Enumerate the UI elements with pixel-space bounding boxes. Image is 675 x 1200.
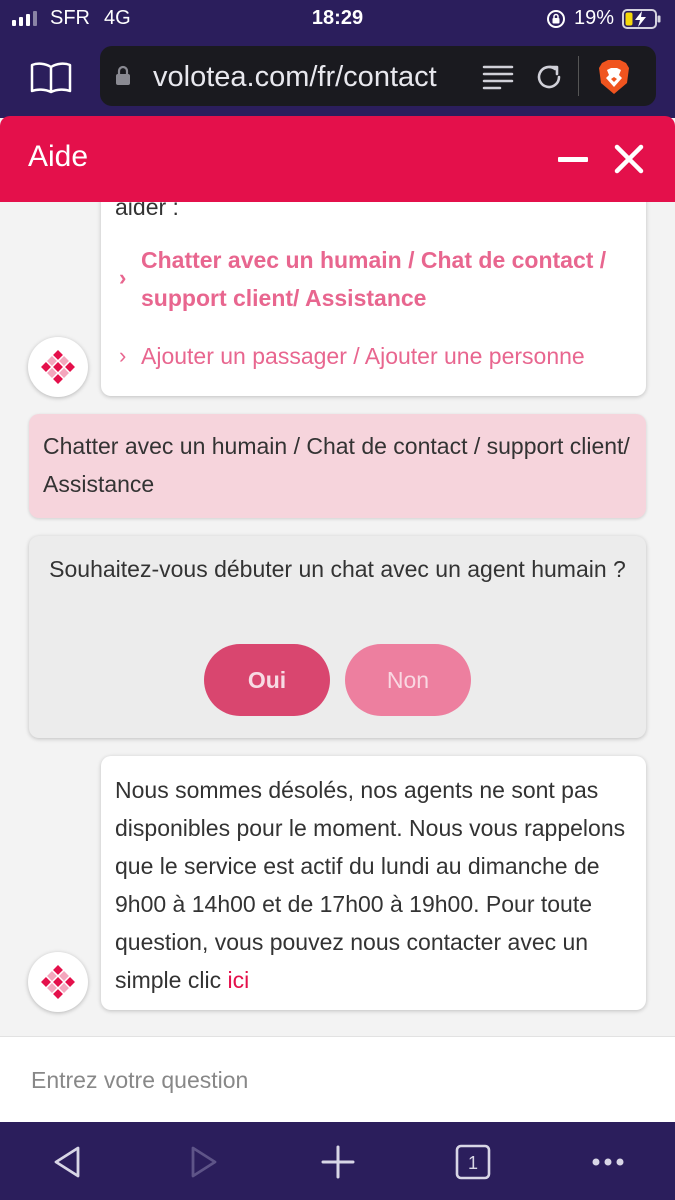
url-text[interactable]: volotea.com/fr/contact bbox=[153, 61, 437, 94]
battery-charging-icon bbox=[622, 9, 661, 29]
browser-toolbar: 1 bbox=[0, 1122, 675, 1200]
confirmation-card: Souhaitez-vous débuter un chat avec un a… bbox=[29, 536, 646, 738]
no-button[interactable]: Non bbox=[345, 644, 471, 716]
tab-count: 1 bbox=[468, 1153, 478, 1173]
question-input[interactable] bbox=[0, 1037, 675, 1123]
more-icon[interactable] bbox=[588, 1142, 628, 1182]
volotea-logo-icon bbox=[41, 350, 75, 384]
address-bar[interactable]: volotea.com/fr/contact bbox=[100, 46, 656, 106]
yes-button[interactable]: Oui bbox=[204, 644, 330, 716]
add-tab-icon[interactable] bbox=[318, 1142, 358, 1182]
browser-bar: volotea.com/fr/contact bbox=[0, 38, 675, 116]
back-icon[interactable] bbox=[48, 1142, 88, 1182]
forward-icon[interactable] bbox=[183, 1142, 223, 1182]
bot-message-fragment: aider : bbox=[115, 202, 179, 220]
chat-log[interactable]: aider : › Chatter avec un humain / Chat … bbox=[0, 202, 675, 1036]
bot-avatar bbox=[28, 952, 88, 1012]
bot-message: Nous sommes désolés, nos agents ne sont … bbox=[101, 756, 646, 1010]
bot-message-text: Nous sommes désolés, nos agents ne sont … bbox=[115, 771, 635, 999]
url-divider bbox=[578, 56, 579, 96]
reload-icon[interactable] bbox=[534, 62, 564, 92]
option-chat-human[interactable]: › Chatter avec un humain / Chat de conta… bbox=[119, 241, 619, 317]
bot-avatar bbox=[28, 337, 88, 397]
chevron-right-icon: › bbox=[119, 343, 127, 368]
battery-percent: 19% bbox=[574, 7, 615, 29]
chevron-right-icon: › bbox=[119, 265, 127, 290]
tabs-icon[interactable]: 1 bbox=[453, 1142, 493, 1182]
help-title: Aide bbox=[28, 140, 89, 173]
volotea-logo-icon bbox=[41, 965, 75, 999]
status-bar: SFR 4G 18:29 19% bbox=[0, 0, 675, 38]
unavailable-text: Nous sommes désolés, nos agents ne sont … bbox=[115, 777, 626, 993]
brave-icon[interactable] bbox=[597, 59, 631, 95]
option-label: Chatter avec un humain / Chat de contact… bbox=[141, 247, 607, 311]
padlock-icon bbox=[116, 65, 130, 85]
book-icon[interactable] bbox=[30, 60, 72, 94]
option-label: Ajouter un passager / Ajouter une person… bbox=[141, 343, 585, 369]
question-input-bar bbox=[0, 1036, 675, 1123]
close-icon[interactable] bbox=[612, 142, 646, 176]
minimize-icon[interactable] bbox=[556, 142, 592, 178]
lock-rotation-icon bbox=[547, 10, 565, 28]
bot-message: aider : › Chatter avec un humain / Chat … bbox=[101, 202, 646, 396]
browser-chrome: SFR 4G 18:29 19% volotea.com/fr/contact bbox=[0, 0, 675, 118]
help-header: Aide bbox=[0, 116, 675, 202]
option-add-passenger[interactable]: › Ajouter un passager / Ajouter une pers… bbox=[119, 337, 639, 375]
reader-icon[interactable] bbox=[482, 64, 514, 90]
user-message: Chatter avec un humain / Chat de contact… bbox=[29, 414, 646, 518]
confirmation-question: Souhaitez-vous débuter un chat avec un a… bbox=[49, 556, 626, 582]
contact-link[interactable]: ici bbox=[227, 967, 249, 993]
